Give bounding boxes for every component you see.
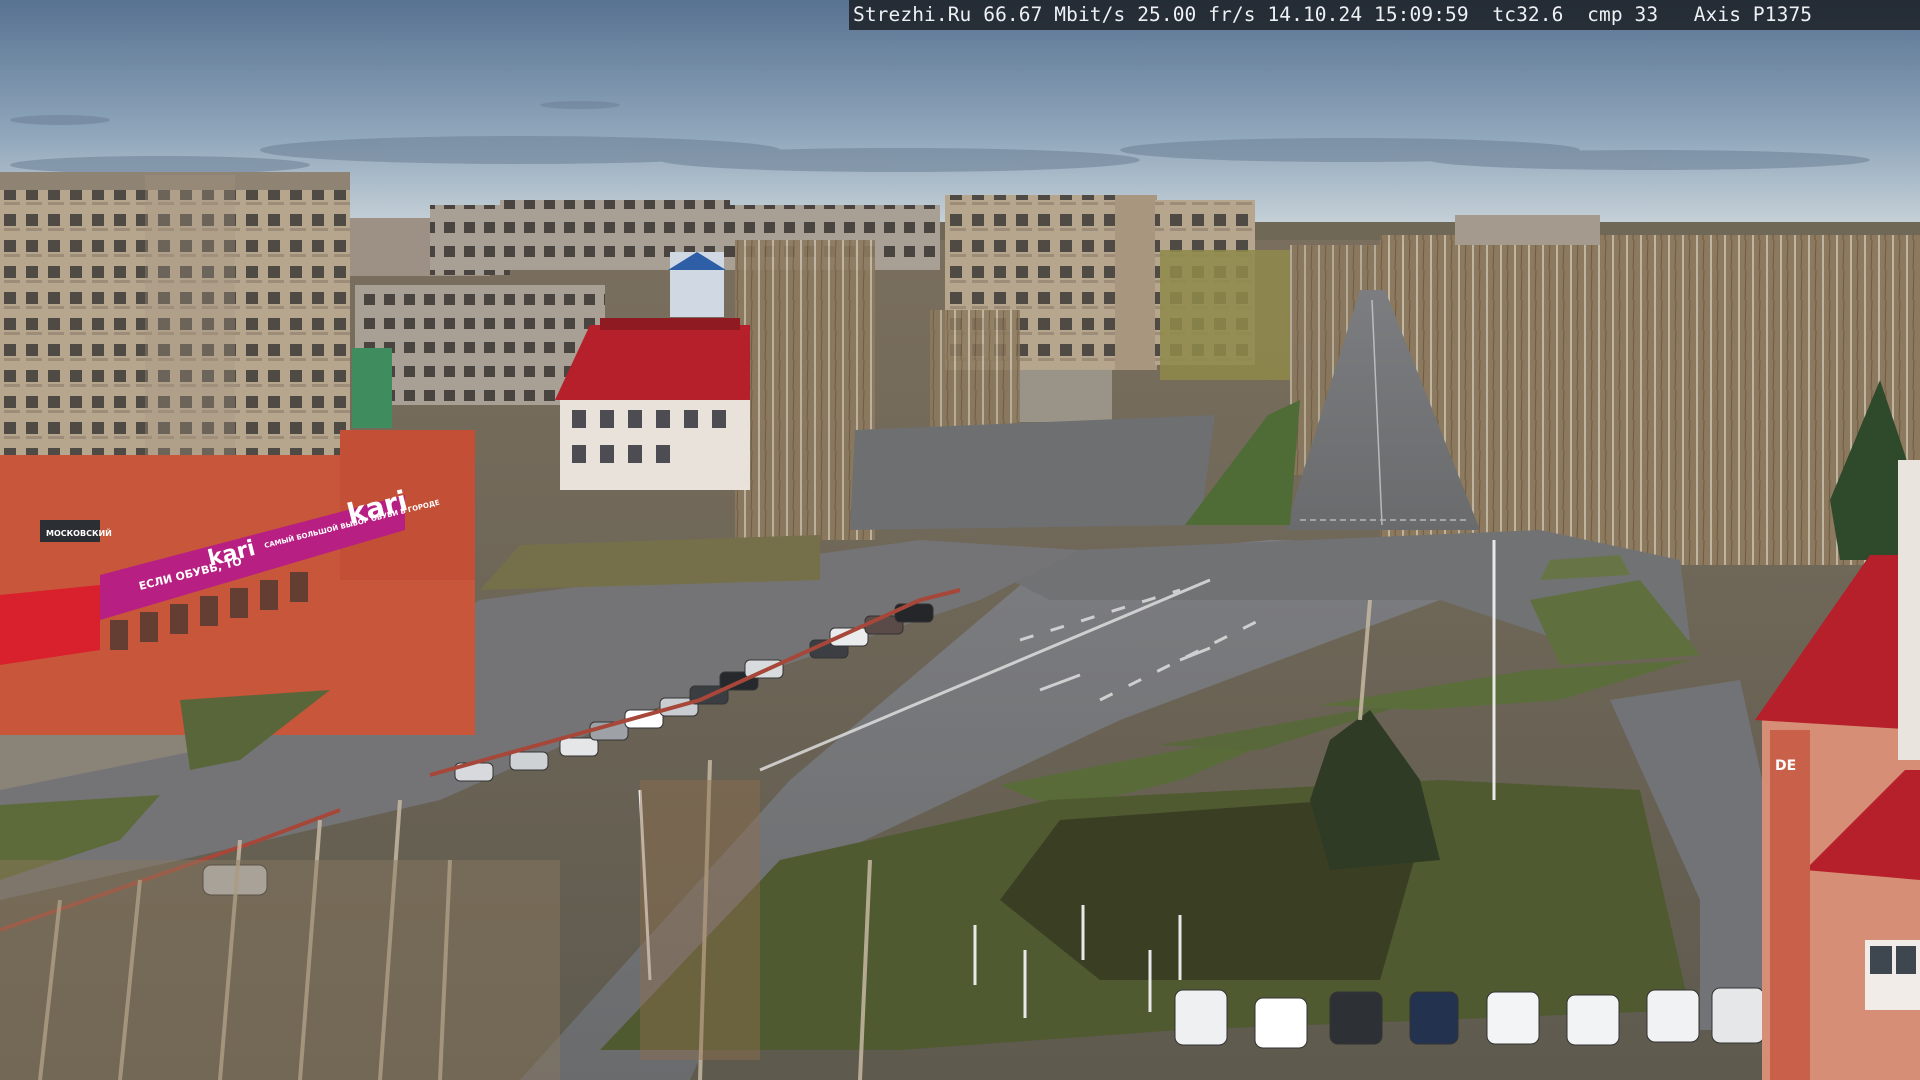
- camera-viewport: kari kari ЕСЛИ ОБУВЬ, ТО САМЫЙ БОЛЬШОЙ В…: [0, 0, 1920, 1080]
- osd-framerate: 25.00 fr/s: [1137, 3, 1256, 26]
- right-building-sign-text: DE: [1775, 758, 1796, 774]
- kari-store-building: [0, 430, 475, 735]
- osd-cmp: cmp 33: [1587, 3, 1659, 26]
- osd-bitrate: 66.67 Mbit/s: [983, 3, 1126, 26]
- osd-camera: Axis P1375: [1693, 3, 1813, 26]
- foreground-branches: [0, 860, 560, 1080]
- osd-tc: tc32.6: [1492, 3, 1564, 26]
- city-square-scene: kari kari ЕСЛИ ОБУВЬ, ТО САМЫЙ БОЛЬШОЙ В…: [0, 0, 1920, 1080]
- plaza-far: [850, 415, 1215, 530]
- red-roof-building: [555, 318, 750, 490]
- osd-site: Strezhi.Ru: [853, 3, 972, 26]
- camera-osd-overlay: Strezhi.Ru 66.67 Mbit/s 25.00 fr/s 14.10…: [849, 0, 1920, 30]
- building-sign-text: МОСКОВСКИЙ: [46, 527, 112, 538]
- osd-datetime: 14.10.24 15:09:59: [1267, 3, 1469, 26]
